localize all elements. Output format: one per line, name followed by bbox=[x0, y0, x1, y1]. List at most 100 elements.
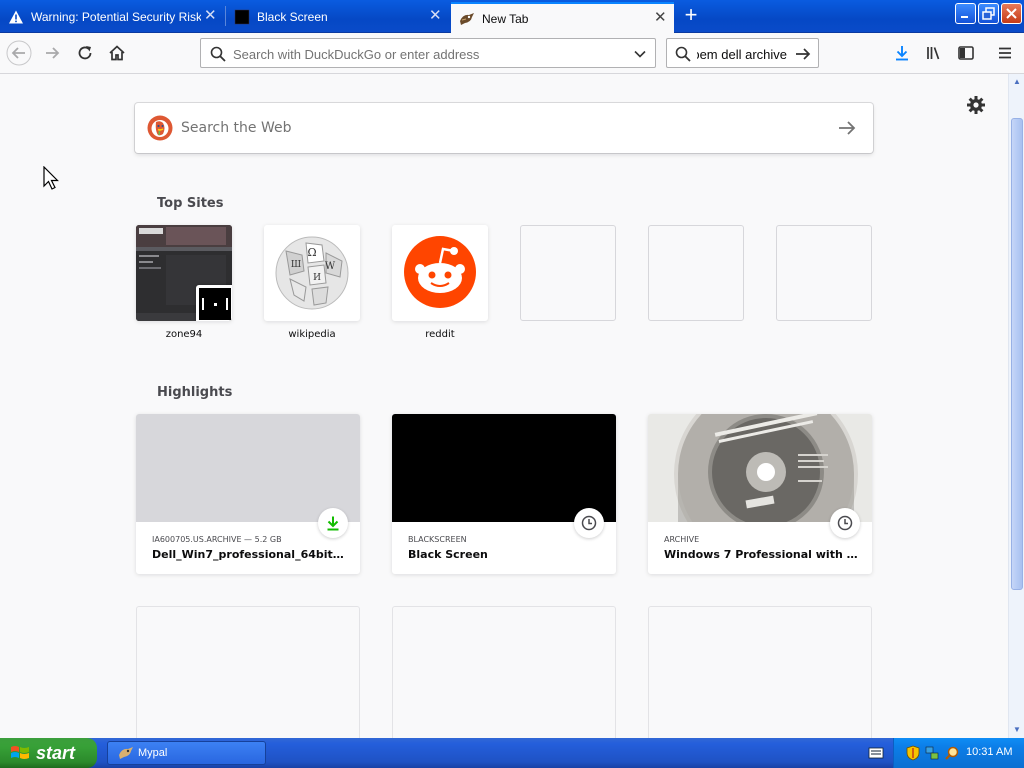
download-icon bbox=[327, 516, 339, 531]
mouse-cursor-icon bbox=[43, 166, 59, 190]
empty-highlight-placeholder bbox=[136, 606, 360, 738]
sidebar-button[interactable] bbox=[952, 39, 980, 67]
top-site-reddit[interactable]: reddit bbox=[392, 225, 488, 340]
search-icon[interactable] bbox=[944, 745, 960, 761]
scroll-up-button[interactable]: ▲ bbox=[1009, 74, 1024, 90]
history-badge bbox=[574, 508, 604, 538]
card-source: IA600705.US.ARCHIVE — 5.2 GB bbox=[152, 535, 282, 544]
home-button[interactable] bbox=[103, 39, 131, 67]
system-clock: 10:31 AM bbox=[966, 746, 1013, 758]
empty-site-placeholder[interactable] bbox=[776, 225, 872, 321]
card-title: Black Screen bbox=[408, 548, 488, 561]
restore-button[interactable] bbox=[978, 3, 999, 24]
card-source: ARCHIVE bbox=[664, 535, 700, 544]
top-site-name: reddit bbox=[425, 329, 455, 340]
start-button[interactable]: start bbox=[0, 738, 97, 768]
reload-button[interactable] bbox=[71, 39, 99, 67]
hamburger-menu-icon bbox=[999, 47, 1011, 59]
tab-label: New Tab bbox=[482, 11, 529, 26]
minimize-icon bbox=[961, 16, 968, 18]
url-input[interactable] bbox=[233, 45, 623, 63]
close-window-button[interactable] bbox=[1001, 3, 1022, 24]
history-badge bbox=[830, 508, 860, 538]
arrow-right-icon[interactable] bbox=[794, 45, 812, 63]
card-title: Windows 7 Professional with Service... bbox=[664, 548, 860, 561]
svg-text:Ω: Ω bbox=[307, 246, 316, 259]
top-site-name: wikipedia bbox=[288, 329, 336, 340]
top-site-empty[interactable] bbox=[520, 225, 616, 329]
top-site-thumbnail[interactable] bbox=[136, 225, 232, 321]
download-badge bbox=[318, 508, 348, 538]
mypal-icon bbox=[119, 747, 133, 759]
highlight-card-dell-download[interactable]: IA600705.US.ARCHIVE — 5.2 GB Dell_Win7_p… bbox=[136, 414, 360, 574]
scroll-down-button[interactable]: ▼ bbox=[1009, 722, 1024, 738]
clock-icon bbox=[837, 515, 853, 531]
highlight-card-black-screen[interactable]: BLACKSCREEN Black Screen bbox=[392, 414, 616, 574]
web-search-input[interactable] bbox=[181, 118, 821, 138]
tab-strip: Warning: Potential Security Risk Ah ✕ Bl… bbox=[0, 0, 1024, 33]
warning-icon bbox=[9, 10, 23, 24]
downloads-button[interactable] bbox=[888, 39, 916, 67]
card-preview-image bbox=[392, 414, 616, 522]
search-input[interactable] bbox=[697, 45, 787, 63]
customize-settings-button[interactable] bbox=[965, 94, 987, 116]
sidebar-icon bbox=[958, 46, 974, 60]
svg-text:W: W bbox=[325, 261, 336, 272]
windows7-disc-image bbox=[648, 414, 872, 522]
black-square-icon bbox=[234, 9, 250, 25]
top-site-wikipedia[interactable]: Ω W Ш И wikipedia bbox=[264, 225, 360, 340]
tab-close-icon[interactable]: ✕ bbox=[654, 10, 667, 25]
reload-icon bbox=[78, 46, 92, 60]
taskbar-app-mypal[interactable]: Mypal bbox=[107, 741, 266, 765]
new-tab-button[interactable]: + bbox=[680, 4, 702, 27]
gear-icon bbox=[967, 96, 985, 114]
arrow-right-icon[interactable] bbox=[835, 116, 859, 140]
tab-close-icon[interactable]: ✕ bbox=[204, 8, 217, 23]
top-site-empty[interactable] bbox=[648, 225, 744, 329]
search-icon bbox=[210, 46, 226, 62]
tab-black-screen[interactable]: Black Screen ✕ bbox=[226, 2, 449, 32]
mypal-icon bbox=[460, 12, 474, 25]
chevron-down-icon[interactable] bbox=[633, 47, 647, 61]
back-arrow-icon bbox=[6, 40, 32, 66]
scroll-thumb[interactable] bbox=[1011, 118, 1023, 590]
security-shield-icon[interactable] bbox=[906, 745, 920, 761]
system-tray: 10:31 AM bbox=[893, 738, 1024, 768]
card-preview-image bbox=[648, 414, 872, 522]
top-site-thumbnail[interactable] bbox=[392, 225, 488, 321]
top-site-name: zone94 bbox=[165, 329, 203, 340]
vertical-scrollbar[interactable]: ▲ ▼ bbox=[1008, 74, 1024, 738]
network-icon[interactable] bbox=[924, 745, 940, 761]
web-search-box[interactable] bbox=[135, 103, 873, 153]
top-sites-heading: Top Sites bbox=[157, 196, 224, 211]
library-button[interactable] bbox=[920, 39, 948, 67]
start-label: start bbox=[36, 742, 76, 763]
card-title: Dell_Win7_professional_64bit_sp1_... bbox=[152, 548, 348, 561]
taskbar-app-label: Mypal bbox=[138, 747, 168, 759]
wikipedia-globe-icon: Ω W Ш И bbox=[275, 236, 349, 310]
reddit-logo-icon bbox=[404, 236, 476, 308]
url-bar[interactable] bbox=[200, 38, 656, 68]
back-button[interactable] bbox=[5, 39, 33, 67]
empty-site-placeholder[interactable] bbox=[520, 225, 616, 321]
home-icon bbox=[109, 45, 125, 61]
empty-site-placeholder[interactable] bbox=[648, 225, 744, 321]
minimize-button[interactable] bbox=[955, 3, 976, 24]
tab-close-icon[interactable]: ✕ bbox=[429, 8, 442, 23]
card-source: BLACKSCREEN bbox=[408, 535, 467, 544]
search-bar[interactable] bbox=[666, 38, 819, 68]
tab-new-tab[interactable]: New Tab ✕ bbox=[451, 2, 674, 33]
top-site-zone94[interactable]: zone94 bbox=[136, 225, 232, 340]
windows-taskbar: start Mypal 10:31 AM bbox=[0, 738, 1024, 768]
top-site-thumbnail[interactable]: Ω W Ш И bbox=[264, 225, 360, 321]
keyboard-icon[interactable] bbox=[868, 746, 884, 760]
forward-button[interactable] bbox=[39, 39, 67, 67]
tab-security-warning[interactable]: Warning: Potential Security Risk Ah ✕ bbox=[0, 2, 224, 32]
windows-flag-icon bbox=[11, 746, 29, 759]
menu-button[interactable] bbox=[991, 39, 1019, 67]
forward-arrow-icon bbox=[46, 47, 60, 59]
empty-highlight-placeholder bbox=[648, 606, 872, 738]
card-preview-image bbox=[136, 414, 360, 522]
top-site-empty[interactable] bbox=[776, 225, 872, 329]
highlight-card-windows7[interactable]: ARCHIVE Windows 7 Professional with Serv… bbox=[648, 414, 872, 574]
